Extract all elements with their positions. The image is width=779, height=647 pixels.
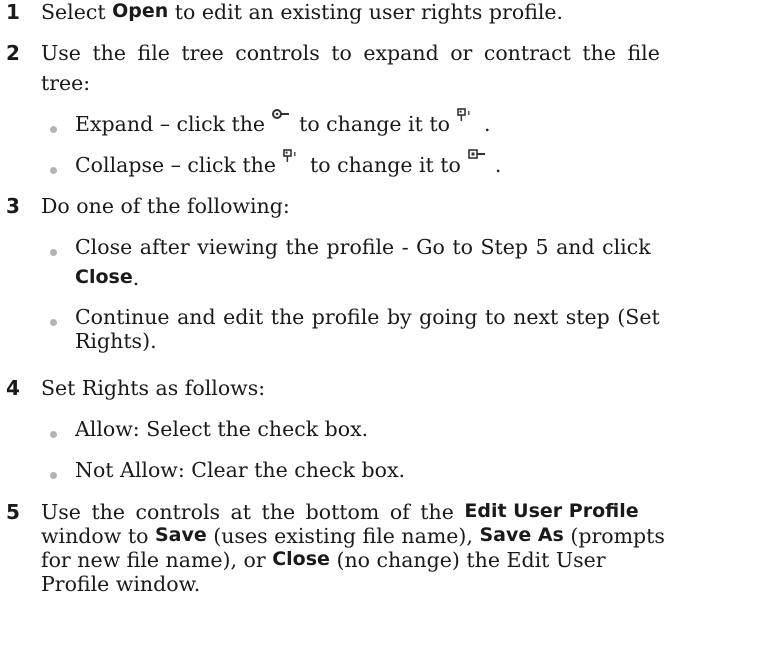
close-keyword: Close bbox=[272, 548, 330, 570]
text-run: . bbox=[132, 266, 140, 290]
bullet-dot bbox=[50, 472, 57, 479]
step-number: 1 bbox=[6, 0, 20, 24]
text-run: Rights). bbox=[75, 329, 157, 353]
step-text: tree: bbox=[41, 71, 770, 95]
bullet-not-allow: Not Allow: Clear the check box. bbox=[0, 458, 770, 482]
step-number: 4 bbox=[6, 376, 20, 400]
bullet-text: Continue and edit the profile by going t… bbox=[75, 305, 770, 329]
bullet-allow: Allow: Select the check box. bbox=[0, 417, 770, 441]
text-run: Profile window. bbox=[41, 572, 201, 596]
text-run: Set Rights as follows: bbox=[41, 376, 266, 400]
expand-node-icon bbox=[467, 149, 489, 173]
text-run: . bbox=[483, 112, 491, 136]
expand-node-icon bbox=[271, 109, 293, 132]
edit-user-profile-keyword: Edit User Profile bbox=[464, 500, 639, 522]
step-text: Set Rights as follows: bbox=[41, 376, 770, 400]
step-4: 4 Set Rights as follows: bbox=[0, 376, 770, 400]
step-3: 3 Do one of the following: bbox=[0, 194, 770, 218]
open-keyword: Open bbox=[112, 0, 169, 22]
bullet-dot bbox=[50, 431, 57, 438]
text-run: (uses existing file name), bbox=[206, 524, 480, 548]
text-run: (prompts bbox=[563, 524, 665, 548]
step-1: 1 Select Open to edit an existing user r… bbox=[0, 0, 770, 24]
collapse-node-icon bbox=[282, 149, 304, 173]
text-run: tree: bbox=[41, 71, 91, 95]
bullet-dot bbox=[50, 319, 57, 326]
bullet-dot bbox=[50, 249, 57, 256]
step-number: 5 bbox=[6, 500, 20, 524]
text-run: Collapse – click the bbox=[75, 153, 277, 177]
bullet-close-after-viewing: Close after viewing the profile - Go to … bbox=[0, 235, 770, 290]
bullet-expand: Expand – click the to change it to . bbox=[0, 108, 770, 136]
text-run: window to bbox=[41, 524, 155, 548]
step-number: 2 bbox=[6, 41, 20, 65]
text-run: to edit an existing user rights profile. bbox=[168, 0, 564, 24]
step-5: 5 Use the controls at the bottom of the … bbox=[0, 500, 770, 596]
text-run: Select bbox=[41, 0, 113, 24]
bullet-collapse: Collapse – click the to change it to . bbox=[0, 149, 770, 177]
bullet-text: Collapse – click the to change it to . bbox=[75, 149, 770, 177]
text-run: Allow: Select the check box. bbox=[75, 417, 369, 441]
step-text: for new file name), or Close (no change)… bbox=[41, 548, 770, 572]
close-keyword: Close bbox=[75, 266, 133, 288]
text-run: Use the file tree controls to expand or … bbox=[41, 41, 660, 65]
step-text: window to Save (uses existing file name)… bbox=[41, 524, 770, 548]
bullet-text: Not Allow: Clear the check box. bbox=[75, 458, 770, 482]
text-run: Not Allow: Clear the check box. bbox=[75, 458, 406, 482]
text-run: for new file name), or bbox=[41, 548, 273, 572]
text-run: Do one of the following: bbox=[41, 194, 290, 218]
bullet-text: Close after viewing the profile - Go to … bbox=[75, 235, 770, 259]
text-run: Expand – click the bbox=[75, 112, 266, 136]
step-2: 2 Use the file tree controls to expand o… bbox=[0, 41, 770, 65]
save-keyword: Save bbox=[154, 524, 207, 546]
text-run: to change it to bbox=[310, 153, 461, 177]
collapse-node-icon bbox=[456, 108, 478, 132]
step-number: 3 bbox=[6, 194, 20, 218]
bullet-continue-edit: Continue and edit the profile by going t… bbox=[0, 305, 770, 353]
step-text: Do one of the following: bbox=[41, 194, 770, 218]
bullet-dot bbox=[50, 167, 57, 174]
step-2-cont: tree: bbox=[0, 71, 770, 95]
bullet-text: Close . bbox=[75, 266, 770, 290]
step-text: Select Open to edit an existing user rig… bbox=[41, 0, 770, 24]
bullet-text: Expand – click the to change it to . bbox=[75, 108, 770, 136]
step-text: Profile window. bbox=[41, 572, 770, 596]
bullet-text: Allow: Select the check box. bbox=[75, 417, 770, 441]
step-text: Use the file tree controls to expand or … bbox=[41, 41, 770, 65]
text-run: Close after viewing the profile - Go to … bbox=[75, 235, 651, 259]
text-run: Continue and edit the profile by going t… bbox=[75, 305, 660, 329]
bullet-dot bbox=[50, 126, 57, 133]
text-run: . bbox=[494, 153, 502, 177]
text-run: to change it to bbox=[299, 112, 450, 136]
text-run: (no change) the Edit User bbox=[329, 548, 606, 572]
bullet-text: Rights). bbox=[75, 329, 770, 353]
step-text: Use the controls at the bottom of the Ed… bbox=[41, 500, 770, 524]
save-as-keyword: Save As bbox=[479, 524, 564, 546]
text-run: Use the controls at the bottom of the bbox=[41, 500, 465, 524]
